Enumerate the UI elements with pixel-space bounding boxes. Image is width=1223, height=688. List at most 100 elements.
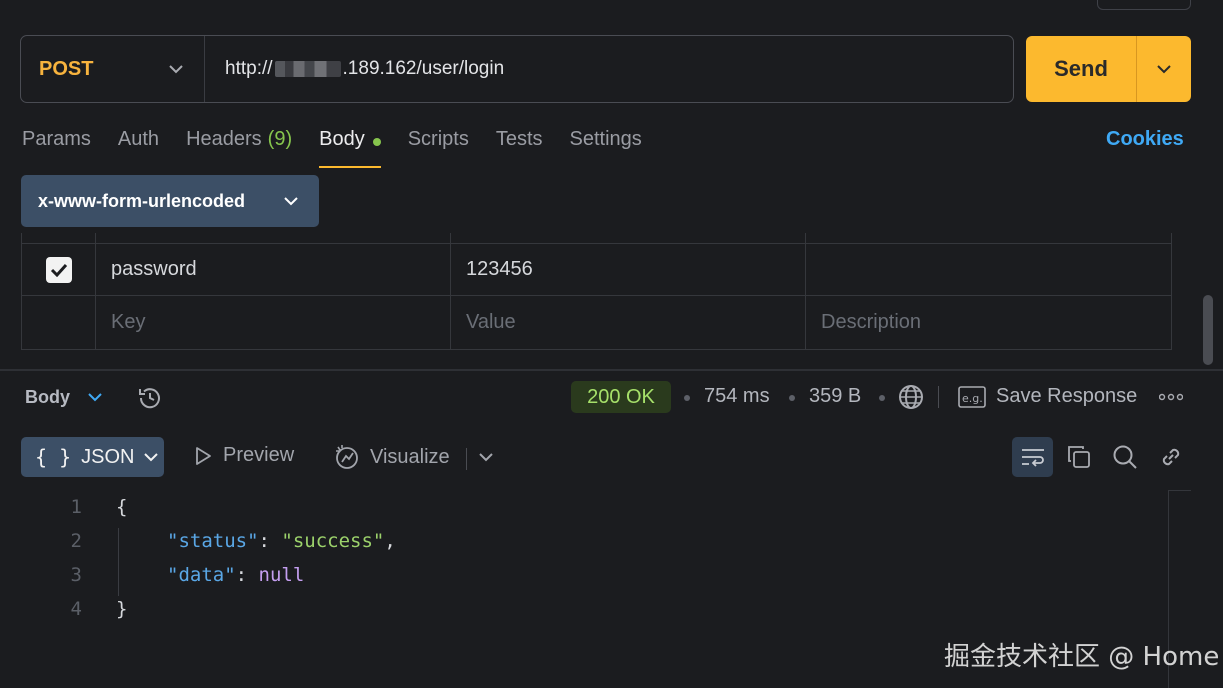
- line-number: 2: [70, 530, 82, 552]
- row-checkbox-cell: [21, 244, 96, 295]
- save-response-label: Save Response: [996, 385, 1138, 407]
- line-number: 1: [70, 496, 82, 518]
- visualize-button[interactable]: Visualize: [334, 444, 450, 470]
- chevron-down-icon: [88, 393, 102, 402]
- separator-dot: [684, 395, 690, 401]
- send-options-button[interactable]: [1137, 36, 1191, 102]
- json-close-brace: }: [116, 598, 128, 620]
- body-type-select[interactable]: x-www-form-urlencoded: [21, 175, 319, 227]
- response-time[interactable]: 754 ms: [704, 385, 770, 408]
- chevron-down-icon[interactable]: [479, 453, 493, 462]
- status-badge[interactable]: 200 OK: [571, 381, 671, 413]
- value-placeholder[interactable]: Value: [451, 296, 806, 349]
- visualize-label: Visualize: [370, 445, 450, 468]
- globe-icon[interactable]: [897, 383, 925, 411]
- url-prefix: http://: [225, 58, 273, 79]
- table-cell: [451, 233, 806, 243]
- pane-divider[interactable]: [0, 369, 1223, 371]
- row-enabled-checkbox[interactable]: [45, 256, 72, 283]
- response-body-label: Body: [25, 387, 70, 407]
- cookies-link[interactable]: Cookies: [1106, 128, 1184, 151]
- send-button-group: Send: [1026, 36, 1191, 102]
- indent-guide: [118, 528, 119, 596]
- top-right-control[interactable]: [1097, 0, 1191, 10]
- line-number: 4: [70, 598, 82, 620]
- json-colon: :: [235, 564, 259, 586]
- chevron-down-icon: [284, 197, 298, 206]
- request-tabs: Params Auth Headers (9) Body Scripts Test…: [22, 128, 669, 168]
- redacted-host: [274, 61, 341, 77]
- tab-label: Auth: [117, 128, 160, 150]
- braces-icon: { }: [35, 445, 72, 469]
- example-icon: e.g.: [958, 385, 986, 408]
- tab-label: Body: [319, 128, 365, 150]
- chevron-down-icon: [1157, 65, 1171, 74]
- json-null-value: null: [258, 564, 305, 586]
- chevron-down-icon: [169, 65, 183, 74]
- chevron-down-icon: [144, 452, 159, 461]
- separator-dot: [879, 395, 885, 401]
- param-value[interactable]: 123456: [451, 244, 806, 295]
- copy-icon[interactable]: [1067, 445, 1091, 469]
- method-label: POST: [39, 57, 94, 80]
- response-format-select[interactable]: { } JSON: [21, 437, 164, 477]
- json-key: "status": [167, 530, 259, 552]
- json-key: "data": [167, 564, 236, 586]
- toolbar-divider: [938, 386, 939, 408]
- svg-text:e.g.: e.g.: [962, 392, 983, 405]
- wrap-lines-icon: [1021, 449, 1044, 467]
- table-cell: [96, 233, 451, 243]
- toolbar-divider: [466, 448, 467, 470]
- link-icon[interactable]: [1158, 444, 1184, 470]
- separator-dot: [789, 395, 795, 401]
- tab-label: Headers: [186, 128, 262, 150]
- description-placeholder[interactable]: Description: [806, 296, 1172, 349]
- tab-auth[interactable]: Auth: [118, 128, 159, 168]
- key-placeholder[interactable]: Key: [96, 296, 451, 349]
- history-icon[interactable]: [136, 384, 164, 412]
- tab-label: Params: [22, 128, 91, 150]
- visualize-icon: [336, 445, 358, 469]
- play-icon: [196, 446, 211, 465]
- table-cell: [21, 233, 96, 243]
- json-comma: ,: [384, 530, 396, 552]
- tab-tests[interactable]: Tests: [496, 128, 543, 168]
- table-row-partial: [21, 233, 1172, 243]
- url-input[interactable]: http:// .189.162/user/login: [205, 58, 504, 80]
- param-key[interactable]: password: [96, 244, 451, 295]
- scrollbar-thumb[interactable]: [1203, 295, 1213, 365]
- tab-label: Tests: [495, 128, 543, 150]
- preview-label: Preview: [223, 444, 295, 466]
- table-row: password 123456: [21, 243, 1172, 296]
- json-open-brace: {: [116, 496, 128, 518]
- json-string-value: "success": [281, 530, 385, 552]
- body-indicator-dot: [372, 138, 381, 146]
- checkmark-icon: [50, 263, 67, 277]
- tab-body[interactable]: Body: [319, 128, 381, 168]
- save-response-button[interactable]: e.g. Save Response: [958, 385, 1137, 408]
- params-table: password 123456 Key Value Description: [21, 233, 1172, 351]
- tab-settings[interactable]: Settings: [570, 128, 642, 168]
- param-description[interactable]: [806, 244, 1172, 295]
- send-button[interactable]: Send: [1026, 36, 1137, 102]
- tab-headers[interactable]: Headers (9): [186, 128, 292, 168]
- table-cell: [21, 296, 96, 349]
- response-size[interactable]: 359 B: [809, 385, 861, 408]
- watermark: 掘金技术社区 @ Home: [944, 642, 1220, 672]
- preview-button[interactable]: Preview: [193, 444, 294, 467]
- line-number: 3: [70, 564, 82, 586]
- search-icon[interactable]: [1112, 444, 1138, 470]
- tab-scripts[interactable]: Scripts: [408, 128, 469, 168]
- wrap-lines-button[interactable]: [1012, 437, 1053, 477]
- format-label: JSON: [81, 445, 135, 468]
- url-suffix: .189.162/user/login: [342, 58, 505, 79]
- tab-params[interactable]: Params: [22, 128, 91, 168]
- json-colon: :: [258, 530, 282, 552]
- minimap-border: [1168, 490, 1191, 491]
- response-body-select[interactable]: Body: [25, 387, 102, 408]
- headers-count: (9): [267, 128, 293, 150]
- tab-label: Scripts: [407, 128, 469, 150]
- more-options-icon[interactable]: [1159, 393, 1183, 401]
- method-select[interactable]: POST: [21, 36, 205, 102]
- table-row-empty: Key Value Description: [21, 296, 1172, 350]
